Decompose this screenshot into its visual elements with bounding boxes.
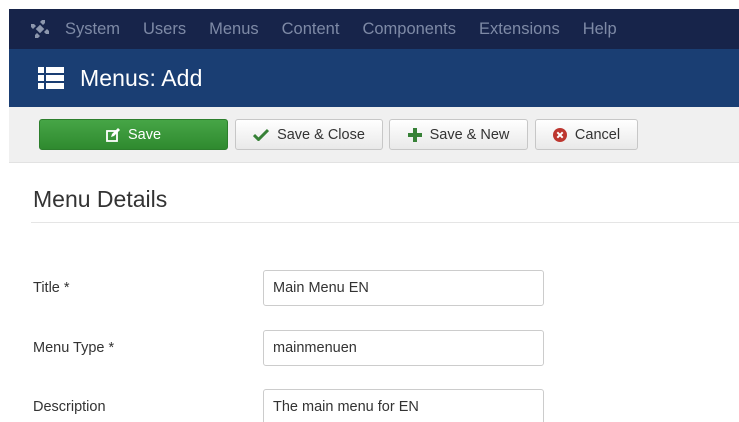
title-input[interactable] bbox=[263, 270, 544, 306]
form-row-menu-type: Menu Type * bbox=[0, 330, 739, 366]
description-label: Description bbox=[33, 399, 106, 415]
list-icon bbox=[38, 67, 64, 89]
cancel-button[interactable]: Cancel bbox=[535, 119, 638, 150]
cancel-circle-icon bbox=[552, 127, 567, 142]
save-new-button-label: Save & New bbox=[429, 126, 510, 143]
form-row-description: Description bbox=[0, 389, 739, 422]
section-divider bbox=[31, 222, 739, 223]
checkmark-icon bbox=[253, 128, 270, 141]
save-button[interactable]: Save bbox=[39, 119, 228, 150]
save-new-button[interactable]: Save & New bbox=[389, 119, 528, 150]
top-nav-bar: System Users Menus Content Components Ex… bbox=[9, 9, 739, 49]
page: System Users Menus Content Components Ex… bbox=[0, 0, 739, 422]
form-row-title: Title * bbox=[0, 270, 739, 306]
toolbar: Save Save & Close Save & New Cancel bbox=[9, 107, 739, 163]
nav-components[interactable]: Components bbox=[362, 20, 456, 39]
cancel-button-label: Cancel bbox=[574, 126, 621, 143]
description-input[interactable] bbox=[263, 389, 544, 422]
nav-help[interactable]: Help bbox=[583, 20, 617, 39]
save-close-button[interactable]: Save & Close bbox=[235, 119, 383, 150]
save-close-button-label: Save & Close bbox=[277, 126, 365, 143]
nav-content[interactable]: Content bbox=[282, 20, 340, 39]
save-button-label: Save bbox=[127, 126, 162, 143]
nav-system[interactable]: System bbox=[65, 20, 120, 39]
edit-icon bbox=[106, 127, 120, 142]
plus-icon bbox=[407, 127, 422, 142]
joomla-logo-icon[interactable] bbox=[29, 18, 51, 40]
section-title: Menu Details bbox=[33, 186, 168, 212]
page-title: Menus: Add bbox=[80, 64, 203, 91]
page-header: Menus: Add bbox=[9, 49, 739, 107]
nav-menus[interactable]: Menus bbox=[209, 20, 259, 39]
menu-type-input[interactable] bbox=[263, 330, 544, 366]
nav-users[interactable]: Users bbox=[143, 20, 186, 39]
nav-extensions[interactable]: Extensions bbox=[479, 20, 560, 39]
title-label: Title * bbox=[33, 280, 70, 296]
menu-type-label: Menu Type * bbox=[33, 340, 115, 356]
